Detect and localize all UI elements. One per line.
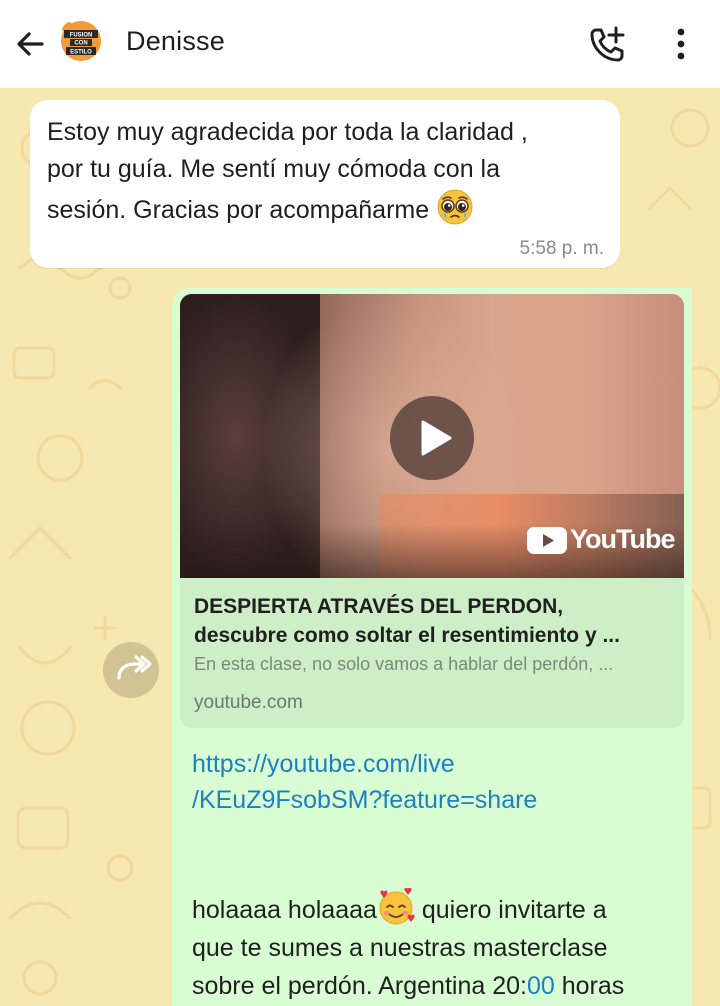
link-preview-description: En esta clase, no solo vamos a hablar de…: [194, 654, 614, 674]
link-preview-title: DESPIERTA ATRAVÉS DEL PERDON, descubre c…: [194, 592, 674, 650]
incoming-message-bubble[interactable]: Estoy muy agradecida por toda la clarida…: [30, 100, 620, 268]
link-preview-domain: youtube.com: [194, 692, 303, 713]
more-options-button[interactable]: [666, 24, 696, 64]
outgoing-message-bubble[interactable]: YouTube DESPIERTA ATRAVÉS DEL PERDON, de…: [172, 288, 692, 1006]
incoming-line-1: Estoy muy agradecida por toda la clarida…: [47, 118, 528, 146]
incoming-line-2: por tu guía. Me sentí muy cómoda con la: [47, 155, 501, 183]
outgoing-line-3: sobre el perdón. Argentina 20:00 horas: [192, 967, 682, 1005]
incoming-message-text: Estoy muy agradecida por toda la clarida…: [47, 114, 607, 229]
youtube-play-icon: [527, 527, 567, 554]
preview-title-line-1: DESPIERTA ATRAVÉS DEL PERDON,: [194, 595, 564, 618]
avatar-logo: FUSION CON ESTILO: [58, 18, 104, 64]
youtube-logo-text: YouTube: [570, 524, 675, 554]
outgoing-message-text: holaaaa holaaaa quiero invitarte a que t…: [192, 888, 682, 1005]
play-icon: [421, 420, 452, 456]
link-preview[interactable]: DESPIERTA ATRAVÉS DEL PERDON, descubre c…: [180, 578, 684, 728]
outgoing-line-3-number[interactable]: 00: [527, 972, 555, 1000]
smiling-face-with-hearts-emoji-icon: [379, 888, 415, 925]
forward-button[interactable]: [103, 642, 159, 698]
preview-title-line-2: descubre como soltar el resentimiento y …: [194, 624, 620, 647]
incoming-line-3: sesión. Gracias por acompañarme: [47, 188, 607, 229]
outgoing-line-1-b: quiero invitarte a: [414, 896, 607, 924]
incoming-line-3-text: sesión. Gracias por acompañarme: [47, 196, 430, 224]
outgoing-line-3-a: sobre el perdón. Argentina 20:: [192, 972, 527, 1000]
avatar-text-3: ESTILO: [70, 50, 92, 56]
chat-header: FUSION CON ESTILO Denisse: [0, 0, 720, 88]
message-link[interactable]: https://youtube.com/live /KEuZ9FsobSM?fe…: [192, 746, 662, 818]
link-line-2[interactable]: /KEuZ9FsobSM?feature=share: [192, 782, 662, 818]
outgoing-line-3-b: horas: [554, 972, 625, 1000]
contact-avatar[interactable]: FUSION CON ESTILO: [58, 18, 104, 64]
avatar-text-2: CON: [74, 41, 87, 47]
more-vertical-icon: [677, 28, 685, 60]
youtube-logo: YouTube: [526, 522, 675, 558]
back-button[interactable]: [12, 26, 48, 62]
contact-name[interactable]: Denisse: [126, 26, 225, 57]
forward-icon: [117, 655, 152, 680]
link-line-1[interactable]: https://youtube.com/live: [192, 746, 662, 782]
add-call-button[interactable]: [586, 22, 630, 66]
add-call-icon: [590, 26, 625, 62]
youtube-video-thumbnail[interactable]: YouTube: [180, 294, 684, 578]
arrow-left-icon: [17, 32, 44, 56]
outgoing-line-1-a: holaaaa holaaaa: [192, 896, 377, 924]
outgoing-line-1: holaaaa holaaaa quiero invitarte a: [192, 888, 682, 929]
pleading-face-emoji-icon: [437, 189, 473, 225]
avatar-text-1: FUSION: [70, 33, 93, 39]
message-timestamp: 5:58 p. m.: [519, 238, 605, 259]
play-button[interactable]: [390, 396, 474, 480]
outgoing-line-2: que te sumes a nuestras masterclase: [192, 934, 608, 962]
